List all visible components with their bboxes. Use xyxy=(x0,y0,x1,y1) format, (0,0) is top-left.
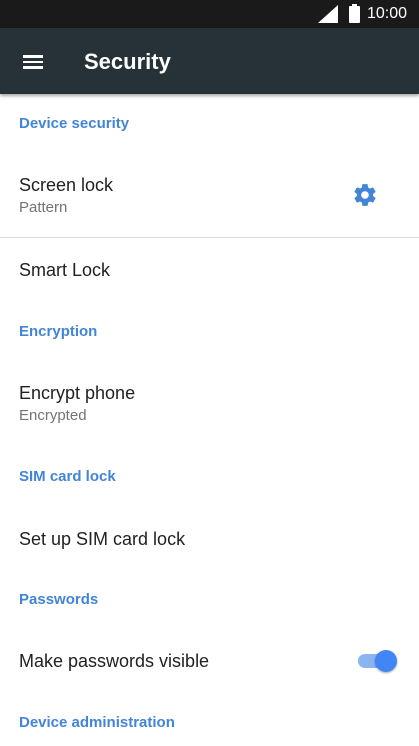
sim-card-lock-title: Set up SIM card lock xyxy=(19,529,186,549)
encrypt-phone-summary: Encrypted xyxy=(19,407,87,424)
screen-lock-title: Screen lock xyxy=(19,175,114,195)
toggle-thumb xyxy=(375,650,397,672)
app-bar: Security xyxy=(0,28,419,94)
section-header-device-security: Device security xyxy=(19,115,130,132)
make-passwords-visible-item[interactable]: Make passwords visible xyxy=(0,630,419,692)
status-bar: 10:00 xyxy=(0,0,419,28)
section-header-passwords: Passwords xyxy=(19,591,99,608)
screen-lock-summary: Pattern xyxy=(19,199,68,216)
smart-lock-item[interactable]: Smart Lock xyxy=(0,238,419,302)
hamburger-menu-icon[interactable] xyxy=(14,41,54,81)
battery-icon xyxy=(349,4,360,23)
encrypt-phone-item[interactable]: Encrypt phone Encrypted xyxy=(0,368,419,442)
section-header-device-administration: Device administration xyxy=(19,714,175,731)
gear-icon[interactable] xyxy=(352,182,378,208)
signal-icon xyxy=(318,5,338,23)
page-title: Security xyxy=(84,49,171,74)
make-passwords-visible-toggle[interactable] xyxy=(358,650,398,672)
section-header-encryption: Encryption xyxy=(19,323,98,340)
sim-card-lock-item[interactable]: Set up SIM card lock xyxy=(0,508,419,570)
section-header-sim-card-lock: SIM card lock xyxy=(19,468,116,485)
encrypt-phone-title: Encrypt phone xyxy=(19,383,136,403)
smart-lock-title: Smart Lock xyxy=(19,260,111,280)
make-passwords-visible-title: Make passwords visible xyxy=(19,651,210,671)
status-time: 10:00 xyxy=(367,5,408,22)
